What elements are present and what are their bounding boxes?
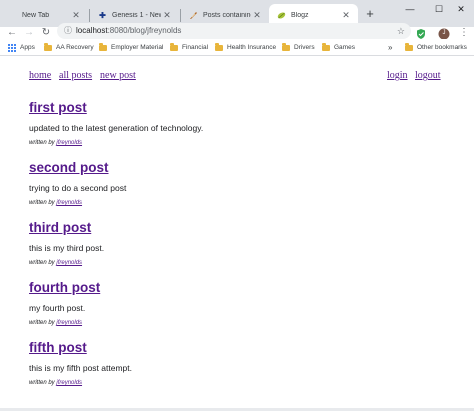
nav-login-link[interactable]: login	[387, 70, 408, 81]
apps-grid-icon	[8, 43, 16, 52]
byline-prefix: written by	[29, 260, 55, 266]
bookmark-health-insurance[interactable]: Health Insurance	[215, 42, 276, 53]
minimize-button[interactable]: —	[395, 0, 425, 18]
bookmark-label: Financial	[182, 44, 209, 51]
byline-prefix: written by	[29, 140, 55, 146]
post-byline: written by jfreynolds	[29, 139, 82, 147]
nav-logout-link[interactable]: logout	[415, 70, 441, 81]
post-author-link[interactable]: jfreynolds	[56, 200, 82, 206]
nav-home-link[interactable]: home	[29, 70, 51, 81]
bookmarks-bar: Apps AA Recovery Employer Material Finan…	[0, 39, 474, 56]
folder-icon	[215, 42, 223, 51]
back-button[interactable]: ←	[5, 27, 19, 39]
bookmark-label: Employer Material	[111, 44, 164, 51]
forward-button[interactable]: →	[22, 27, 36, 39]
post-author-link[interactable]: jfreynolds	[56, 260, 82, 266]
post-byline: written by jfreynolds	[29, 319, 82, 327]
url-path: :8080/blog/jfreynolds	[107, 26, 182, 35]
post-title-link[interactable]: first post	[29, 100, 87, 115]
bookmark-label: Apps	[20, 44, 35, 51]
close-tab-icon[interactable]: ✕	[340, 10, 352, 21]
byline-prefix: written by	[29, 200, 55, 206]
byline-prefix: written by	[29, 320, 55, 326]
bookmark-financial[interactable]: Financial	[170, 42, 208, 53]
profile-initial: J	[442, 30, 446, 36]
post-body: my fourth post.	[29, 303, 86, 313]
more-bookmarks-button[interactable]: »	[388, 42, 392, 53]
arrow-left-icon: ←	[7, 27, 17, 38]
byline-prefix: written by	[29, 380, 55, 386]
close-tab-icon[interactable]: ✕	[70, 10, 82, 21]
post-title-link[interactable]: fourth post	[29, 280, 100, 295]
post-byline: written by jfreynolds	[29, 199, 82, 207]
url-host: localhost	[76, 26, 108, 35]
post-byline: written by jfreynolds	[29, 379, 82, 387]
bookmark-label: AA Recovery	[56, 44, 94, 51]
post-byline: written by jfreynolds	[29, 259, 82, 267]
close-tab-icon[interactable]: ✕	[161, 10, 173, 21]
post-item: fifth post this is my fifth post attempt…	[29, 339, 449, 386]
post-item: fourth post my fourth post. written by j…	[29, 279, 449, 326]
url-text[interactable]: localhost:8080/blog/jfreynolds	[76, 25, 181, 37]
post-title-link[interactable]: fifth post	[29, 340, 87, 355]
bookmark-label: Other bookmarks	[417, 44, 467, 51]
profile-avatar[interactable]: J	[438, 27, 450, 40]
post-body: this is my third post.	[29, 243, 105, 253]
post-title-link[interactable]: third post	[29, 220, 91, 235]
leaf-icon	[277, 11, 286, 20]
post-author-link[interactable]: jfreynolds	[56, 140, 82, 146]
close-window-button[interactable]: ✕	[448, 0, 474, 18]
folder-icon	[99, 42, 107, 51]
tab-title: Blogz	[291, 12, 309, 19]
post-body: this is my fifth post attempt.	[29, 363, 132, 373]
post-body: trying to do a second post	[29, 183, 127, 193]
shield-extension-icon[interactable]	[415, 27, 427, 39]
new-tab-button[interactable]: +	[362, 6, 378, 22]
folder-icon	[322, 42, 330, 51]
nav-new-post-link[interactable]: new post	[100, 70, 136, 81]
bookmark-apps[interactable]: Apps	[8, 42, 35, 53]
bookmark-label: Drivers	[294, 44, 315, 51]
bookmark-other-bookmarks[interactable]: Other bookmarks	[405, 42, 467, 53]
folder-icon	[405, 42, 413, 51]
bookmark-star-icon[interactable]: ☆	[397, 25, 405, 37]
browser-window: New Tab ✕ ✚ Genesis 1 - New Inte ✕ Posts…	[0, 0, 474, 411]
post-author-link[interactable]: jfreynolds	[56, 320, 82, 326]
reload-icon: ↻	[41, 27, 51, 38]
bookmark-label: Games	[334, 44, 355, 51]
bookmark-games[interactable]: Games	[322, 42, 355, 53]
post-title-link[interactable]: second post	[29, 160, 109, 175]
bookmark-label: Health Insurance	[227, 44, 277, 51]
tab-title: New Tab	[22, 12, 50, 19]
blank-page-icon	[8, 11, 17, 20]
nav-all-posts-link[interactable]: all posts	[59, 70, 92, 81]
page-content: home all posts new post login logout fir…	[0, 56, 474, 411]
tab-title: Genesis 1 - New Inte	[112, 12, 161, 19]
address-bar[interactable]: ⓘ localhost:8080/blog/jfreynolds ☆	[57, 23, 411, 39]
post-body: updated to the latest generation of tech…	[29, 123, 204, 133]
close-tab-icon[interactable]: ✕	[251, 10, 263, 21]
info-icon[interactable]: ⓘ	[63, 26, 73, 36]
folder-icon	[44, 42, 52, 51]
folder-icon	[170, 42, 178, 51]
cross-icon: ✚	[99, 11, 106, 20]
reload-button[interactable]: ↻	[39, 27, 53, 39]
tab-title: Posts containing 'th	[203, 12, 251, 19]
post-item: second post trying to do a second post w…	[29, 159, 449, 206]
bookmark-aa-recovery[interactable]: AA Recovery	[44, 42, 94, 53]
bookmark-drivers[interactable]: Drivers	[282, 42, 315, 53]
folder-icon	[282, 42, 290, 51]
feather-icon	[189, 11, 198, 20]
bookmark-employer-material[interactable]: Employer Material	[99, 42, 163, 53]
post-item: third post this is my third post. writte…	[29, 219, 449, 266]
post-item: first post updated to the latest generat…	[29, 99, 449, 146]
arrow-right-icon: →	[24, 27, 34, 38]
menu-kebab-icon[interactable]: ⋮	[458, 27, 470, 39]
post-author-link[interactable]: jfreynolds	[56, 380, 82, 386]
